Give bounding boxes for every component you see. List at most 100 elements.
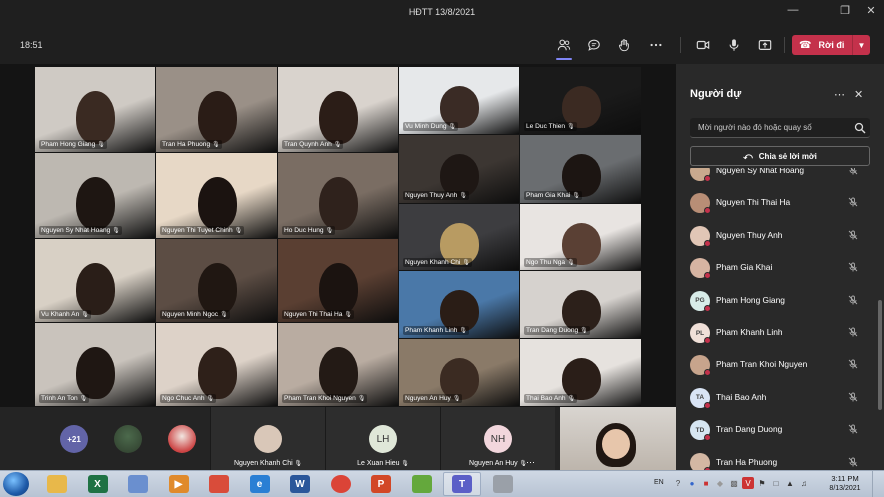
video-tile[interactable]: Tran Ha Phuong 🎙 bbox=[156, 67, 277, 152]
more-actions-button[interactable] bbox=[644, 34, 668, 56]
input-language[interactable]: EN bbox=[654, 479, 664, 486]
close-window-icon[interactable]: ✕ bbox=[856, 4, 884, 22]
system-clock[interactable]: 3:11 PM 8/13/2021 bbox=[822, 474, 868, 492]
tool-taskbar-button[interactable] bbox=[484, 472, 522, 496]
participant-row[interactable]: TA Thai Bao Anh bbox=[676, 382, 876, 414]
participant-row[interactable]: Nguyen Sy Nhat Hoang bbox=[676, 168, 876, 187]
participant-row[interactable]: Tran Ha Phuong bbox=[676, 447, 876, 470]
participant-silhouette bbox=[76, 91, 115, 144]
video-tile[interactable]: Vu Minh Dung 🎙 bbox=[399, 67, 519, 134]
chat-button[interactable] bbox=[582, 34, 606, 56]
panel-scrollbar[interactable] bbox=[878, 300, 882, 410]
word-taskbar-button[interactable]: W bbox=[281, 472, 319, 496]
mic-muted-icon: 🎙 bbox=[212, 142, 220, 148]
mic-muted-icon[interactable] bbox=[848, 168, 858, 177]
overflow-participants-button[interactable]: +21 bbox=[60, 425, 88, 453]
video-tile[interactable]: Pham Gia Khai 🎙 bbox=[520, 135, 641, 203]
participant-avatar[interactable] bbox=[168, 425, 196, 453]
media-player-taskbar-button[interactable]: ▶ bbox=[160, 472, 198, 496]
mic-muted-icon[interactable] bbox=[848, 262, 858, 274]
mic-muted-icon[interactable] bbox=[848, 424, 858, 436]
keyboard-tray-icon[interactable]: ▩ bbox=[728, 477, 740, 489]
panel-more-icon[interactable]: ⋯ bbox=[834, 88, 845, 101]
video-tile[interactable]: Tran Quynh Anh 🎙 bbox=[278, 67, 398, 152]
help-icon[interactable]: ? bbox=[672, 477, 684, 489]
evernote-taskbar-button[interactable] bbox=[403, 472, 441, 496]
participant-row[interactable]: Pham Tran Khoi Nguyen bbox=[676, 349, 876, 381]
mic-muted-icon[interactable] bbox=[848, 392, 858, 404]
video-tile[interactable]: Tran Dang Duong 🎙 bbox=[520, 271, 641, 338]
video-tile[interactable]: Le Duc Thien 🎙 bbox=[520, 67, 641, 134]
video-tile[interactable]: Nguyen Sy Nhat Hoang 🎙 bbox=[35, 153, 155, 238]
microphone-button[interactable] bbox=[722, 34, 746, 56]
network-tray-icon[interactable]: ● bbox=[686, 477, 698, 489]
mic-muted-icon[interactable] bbox=[848, 197, 858, 209]
mic-muted-icon[interactable] bbox=[848, 359, 858, 371]
share-screen-button[interactable] bbox=[753, 34, 777, 56]
strip-participant-tile[interactable]: NH Nguyen An Huy 🎙 ⋯ bbox=[440, 407, 555, 470]
chrome-taskbar-button[interactable] bbox=[322, 472, 360, 496]
reactions-button[interactable] bbox=[612, 34, 636, 56]
app-tray-icon[interactable]: ■ bbox=[700, 477, 712, 489]
file-explorer-taskbar-button[interactable] bbox=[38, 472, 76, 496]
participant-row[interactable]: TD Tran Dang Duong bbox=[676, 414, 876, 446]
leave-button[interactable]: ☎ Rời đi ▼ bbox=[792, 35, 870, 55]
video-tile[interactable]: Pham Khanh Linh 🎙 bbox=[399, 271, 519, 338]
video-tile[interactable]: Trinh An Ton 🎙 bbox=[35, 323, 155, 406]
mic-muted-icon[interactable] bbox=[848, 327, 858, 339]
video-tile[interactable]: Nguyen Khanh Chi 🎙 bbox=[399, 204, 519, 270]
video-tile[interactable]: Pham Tran Khoi Nguyen 🎙 bbox=[278, 323, 398, 406]
teams-taskbar-button[interactable]: T bbox=[443, 472, 481, 496]
mic-muted-icon: 🎙 bbox=[580, 328, 588, 334]
mic-muted-icon: 🎙 bbox=[81, 312, 89, 318]
mic-muted-icon: 🎙 bbox=[357, 396, 366, 402]
participant-row[interactable]: PL Pham Khanh Linh bbox=[676, 317, 876, 349]
display-tray-icon[interactable]: □ bbox=[770, 477, 782, 489]
video-tile-name-text: Tran Ha Phuong bbox=[162, 141, 211, 148]
mic-muted-icon[interactable] bbox=[848, 457, 858, 469]
video-tile[interactable]: Nguyen Thi Thai Ha 🎙 bbox=[278, 239, 398, 322]
participant-row[interactable]: PG Pham Hong Giang bbox=[676, 285, 876, 317]
video-tile[interactable]: Nguyen Thi Tuyet Chinh 🎙 bbox=[156, 153, 277, 238]
camera-button[interactable] bbox=[691, 34, 715, 56]
mic-muted-icon[interactable] bbox=[848, 230, 858, 242]
show-desktop-button[interactable] bbox=[872, 471, 884, 497]
excel-taskbar-button[interactable]: X bbox=[79, 472, 117, 496]
video-tile[interactable]: Vu Khanh An 🎙 bbox=[35, 239, 155, 322]
leave-options-chevron-icon[interactable]: ▼ bbox=[852, 35, 870, 55]
mic-muted-icon[interactable] bbox=[848, 295, 858, 307]
invite-search-input[interactable] bbox=[690, 118, 870, 138]
snipping-taskbar-button[interactable] bbox=[200, 472, 238, 496]
participant-row[interactable]: Nguyen Thuy Anh bbox=[676, 220, 876, 252]
volume-tray-icon[interactable]: ♫ bbox=[798, 477, 810, 489]
video-tile[interactable]: Nguyen Minh Ngoc 🎙 bbox=[156, 239, 277, 322]
video-tile[interactable]: Ho Duc Hung 🎙 bbox=[278, 153, 398, 238]
strip-participant-tile[interactable]: LH Le Xuan Hieu 🎙 bbox=[325, 407, 440, 470]
signal-tray-icon[interactable]: ▲ bbox=[784, 477, 796, 489]
self-view-face bbox=[602, 429, 630, 459]
video-tile[interactable]: Nguyen An Huy 🎙 bbox=[399, 339, 519, 406]
strip-participant-tile[interactable]: Nguyen Khanh Chi 🎙 bbox=[210, 407, 325, 470]
powerpoint-taskbar-button[interactable]: P bbox=[362, 472, 400, 496]
paint-taskbar-button[interactable] bbox=[119, 472, 157, 496]
search-icon[interactable] bbox=[854, 122, 866, 134]
participants-button[interactable] bbox=[552, 34, 576, 60]
participant-row[interactable]: Pham Gia Khai bbox=[676, 252, 876, 284]
participant-avatar[interactable] bbox=[114, 425, 142, 453]
video-tile-name: Le Duc Thien 🎙 bbox=[524, 122, 577, 131]
video-tile[interactable]: Pham Hong Giang 🎙 bbox=[35, 67, 155, 152]
participant-row[interactable]: Nguyen Thi Thai Ha bbox=[676, 187, 876, 219]
flag-tray-icon[interactable]: ⚑ bbox=[756, 477, 768, 489]
video-tile[interactable]: Thai Bao Anh 🎙 bbox=[520, 339, 641, 406]
panel-close-icon[interactable]: ✕ bbox=[854, 88, 863, 101]
share-invite-button[interactable]: ⤺ Chia sẻ lời mời bbox=[690, 146, 870, 166]
tool-tray-icon[interactable]: ◆ bbox=[714, 477, 726, 489]
video-tile[interactable]: Nguyen Thuy Anh 🎙 bbox=[399, 135, 519, 203]
video-tile[interactable]: Ngo Chuc Anh 🎙 bbox=[156, 323, 277, 406]
v-tray-icon[interactable]: V bbox=[742, 477, 754, 489]
start-button[interactable] bbox=[3, 472, 29, 496]
internet-explorer-taskbar-button[interactable]: e bbox=[241, 472, 279, 496]
video-tile[interactable]: Ngo Thu Nga 🎙 bbox=[520, 204, 641, 270]
tile-more-icon[interactable]: ⋯ bbox=[526, 457, 535, 468]
minimize-icon[interactable]: — bbox=[778, 4, 808, 22]
